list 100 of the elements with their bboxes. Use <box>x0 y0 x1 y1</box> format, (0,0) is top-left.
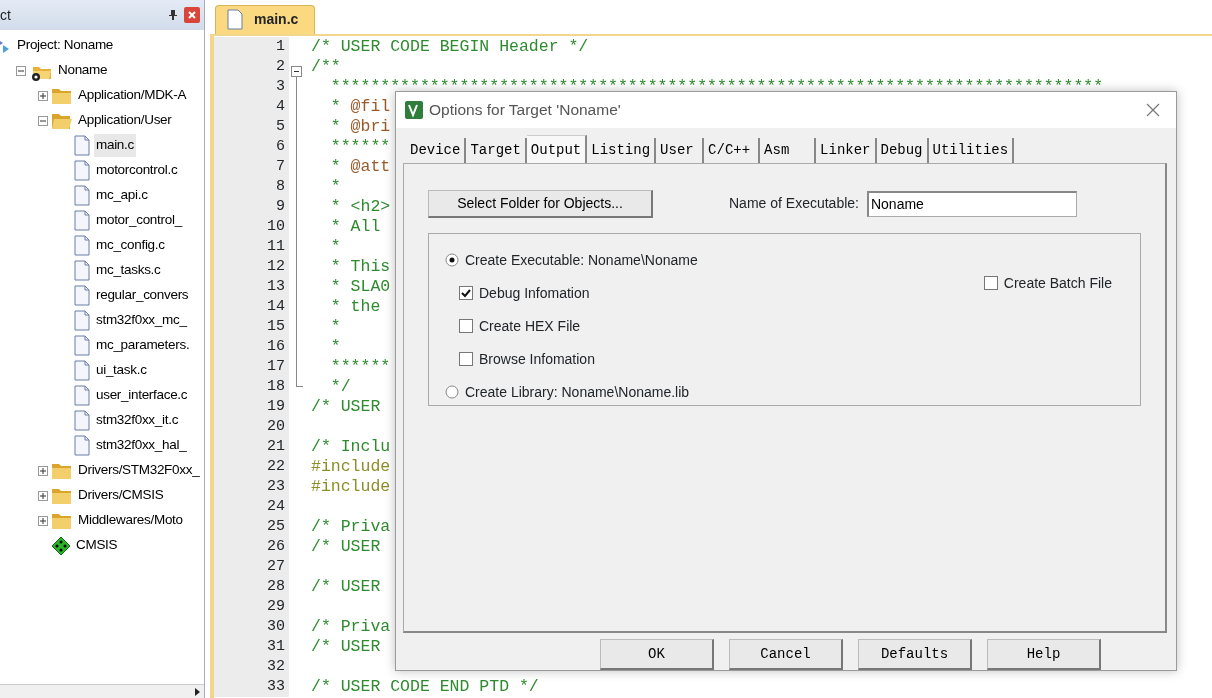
dialog-tab[interactable]: Debug <box>876 137 929 163</box>
dialog-button[interactable]: Cancel <box>729 639 843 670</box>
line-number: 13 <box>214 277 289 297</box>
file-icon <box>73 310 91 331</box>
tree-item[interactable]: CMSIS <box>74 534 120 557</box>
tree-item[interactable]: stm32f0xx_hal_ <box>94 434 189 457</box>
code-line: * <box>329 177 341 197</box>
tree-item[interactable]: stm32f0xx_mc_ <box>94 309 189 332</box>
dialog-tab[interactable]: C/C++ <box>704 137 761 163</box>
select-folder-button[interactable]: Select Folder for Objects... <box>428 189 653 218</box>
checkbox[interactable] <box>459 286 473 301</box>
component-icon <box>51 535 71 556</box>
line-number: 23 <box>214 477 289 497</box>
dialog-tab[interactable]: Utilities <box>928 137 1015 163</box>
code-line: * <box>329 317 341 337</box>
line-number: 1 <box>214 37 289 57</box>
dialog-tab[interactable]: Output <box>526 134 588 163</box>
file-icon <box>73 135 91 156</box>
line-number: 18 <box>214 377 289 397</box>
file-icon <box>73 410 91 431</box>
code-line: * @bri <box>329 117 391 137</box>
tree-item[interactable]: Application/MDK-A <box>76 84 189 107</box>
dialog-tab[interactable]: Device <box>406 137 467 163</box>
pin-icon[interactable] <box>168 9 178 21</box>
file-icon <box>226 9 244 30</box>
dialog-button[interactable]: Defaults <box>858 639 972 670</box>
line-number: 10 <box>214 217 289 237</box>
expand-icon[interactable] <box>38 465 48 476</box>
line-number: 25 <box>214 517 289 537</box>
dialog-tab[interactable]: Listing <box>587 137 657 163</box>
file-tab[interactable]: main.c <box>215 5 316 34</box>
line-number: 12 <box>214 257 289 277</box>
executable-label: Name of Executable: <box>729 194 859 214</box>
tree-item[interactable]: main.c <box>94 134 136 157</box>
code-line: #include <box>310 457 391 477</box>
code-line: /* USER <box>310 537 381 557</box>
code-line: /** <box>310 57 341 77</box>
radio-button[interactable] <box>445 253 459 268</box>
line-number: 7 <box>214 157 289 177</box>
tree-item[interactable]: mc_api.c <box>94 184 150 207</box>
tree-item[interactable]: Application/User <box>76 109 174 132</box>
tree-item[interactable]: stm32f0xx_it.c <box>94 409 181 432</box>
line-number: 8 <box>214 177 289 197</box>
tree-item[interactable]: mc_tasks.c <box>94 259 163 282</box>
collapse-icon[interactable] <box>291 65 302 77</box>
line-number: 14 <box>214 297 289 317</box>
code-line: ****** <box>329 137 391 157</box>
tree-item[interactable]: ui_task.c <box>94 359 149 382</box>
file-icon <box>73 335 91 356</box>
code-line: * the <box>329 297 381 317</box>
tree-item[interactable]: user_interface.c <box>94 384 190 407</box>
line-number: 29 <box>214 597 289 617</box>
line-number: 5 <box>214 117 289 137</box>
tree-item[interactable]: regular_convers <box>94 284 191 307</box>
expand-icon[interactable] <box>38 515 48 526</box>
dialog-button[interactable]: OK <box>600 639 714 670</box>
code-line: */ <box>329 377 351 397</box>
option-label: Create Library: Noname\Noname.lib <box>465 382 690 402</box>
checkbox[interactable] <box>459 352 473 367</box>
dialog-tab[interactable]: Linker <box>816 137 877 163</box>
tree-item[interactable]: Middlewares/Moto <box>76 509 185 532</box>
line-number: 22 <box>214 457 289 477</box>
code-line: /* USER CODE BEGIN Header */ <box>310 37 589 57</box>
code-line: * SLA0 <box>329 277 391 297</box>
line-number: 27 <box>214 557 289 577</box>
panel-title: ct <box>0 5 11 25</box>
tree-item[interactable]: motor_control_ <box>94 209 184 232</box>
line-number: 9 <box>214 197 289 217</box>
tree-item[interactable]: Project: Noname <box>15 34 116 57</box>
executable-name-field[interactable]: Noname <box>866 190 1077 217</box>
checkbox[interactable] <box>459 319 473 334</box>
tree-item[interactable]: Noname <box>56 59 110 82</box>
line-number: 30 <box>214 617 289 637</box>
dialog-tab[interactable]: Asm <box>760 137 817 163</box>
dialog-title: Options for Target 'Noname' <box>429 100 621 121</box>
close-icon[interactable] <box>184 7 200 23</box>
option-label: Browse Infomation <box>479 349 595 369</box>
line-number: 21 <box>214 437 289 457</box>
expand-icon[interactable] <box>38 90 48 101</box>
tree-item[interactable]: mc_config.c <box>94 234 167 257</box>
file-icon <box>73 160 91 181</box>
dialog-tab[interactable]: User <box>656 137 705 163</box>
dialog-button[interactable]: Help <box>987 639 1101 670</box>
tree-item[interactable]: Drivers/CMSIS <box>76 484 166 507</box>
radio-button[interactable] <box>445 385 459 400</box>
line-number: 15 <box>214 317 289 337</box>
line-number: 6 <box>214 137 289 157</box>
line-number: 19 <box>214 397 289 417</box>
tree-item[interactable]: mc_parameters. <box>94 334 192 357</box>
line-number: 16 <box>214 337 289 357</box>
line-number: 31 <box>214 637 289 657</box>
code-line: * <h2> <box>329 197 391 217</box>
code-line: * @att <box>329 157 391 177</box>
line-number: 20 <box>214 417 289 437</box>
tree-item[interactable]: Drivers/STM32F0xx_ <box>76 459 202 482</box>
close-icon[interactable] <box>1146 102 1160 117</box>
tree-item[interactable]: motorcontrol.c <box>94 159 180 182</box>
checkbox[interactable] <box>983 276 998 291</box>
line-number: 11 <box>214 237 289 257</box>
expand-icon[interactable] <box>38 490 48 501</box>
